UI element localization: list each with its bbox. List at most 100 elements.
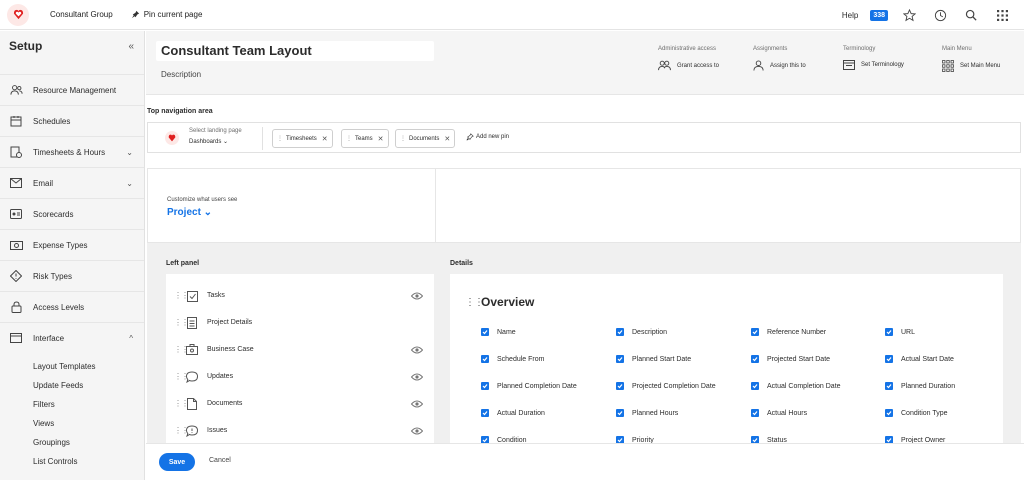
star-icon[interactable] bbox=[902, 8, 916, 22]
sidebar-item-label: Risk Types bbox=[33, 271, 72, 281]
list-item[interactable]: ⋮⋮ Project Details bbox=[166, 309, 434, 336]
assign-this-to-button[interactable]: Assign this to bbox=[753, 60, 806, 71]
checkbox-checked-icon[interactable] bbox=[751, 355, 759, 363]
sidebar-item-expense-types[interactable]: Expense Types bbox=[0, 229, 144, 260]
overview-section-title[interactable]: Overview bbox=[481, 295, 534, 309]
calendar-icon bbox=[9, 114, 23, 128]
sidebar-item-access-levels[interactable]: Access Levels bbox=[0, 291, 144, 322]
checkbox-checked-icon[interactable] bbox=[616, 409, 624, 417]
overview-field[interactable]: Condition Type bbox=[885, 409, 948, 417]
eye-icon[interactable] bbox=[411, 346, 423, 354]
overview-field[interactable]: Planned Duration bbox=[885, 382, 955, 390]
brand-logo-icon[interactable] bbox=[7, 3, 29, 26]
checkbox-checked-icon[interactable] bbox=[885, 328, 893, 336]
drag-handle-icon[interactable]: ⋮ bbox=[400, 135, 406, 142]
checkbox-checked-icon[interactable] bbox=[885, 382, 893, 390]
overview-field[interactable]: Description bbox=[616, 328, 667, 336]
overview-field[interactable]: Planned Start Date bbox=[616, 355, 691, 363]
sidebar-subitem-layout-templates[interactable]: Layout Templates bbox=[33, 362, 96, 371]
drag-handle-icon[interactable]: ⋮ bbox=[346, 135, 352, 142]
updates-icon bbox=[186, 370, 198, 383]
overview-field[interactable]: URL bbox=[885, 328, 915, 336]
eye-icon[interactable] bbox=[411, 427, 423, 435]
checkbox-checked-icon[interactable] bbox=[481, 382, 489, 390]
list-item[interactable]: ⋮⋮ Business Case bbox=[166, 336, 434, 363]
landing-page-select[interactable]: Dashboards ⌄ bbox=[189, 138, 228, 145]
nav-pin-teams[interactable]: ⋮ Teams ✕ bbox=[341, 129, 389, 148]
overview-field[interactable]: Projected Completion Date bbox=[616, 382, 716, 390]
overview-field[interactable]: Planned Completion Date bbox=[481, 382, 577, 390]
list-item[interactable]: ⋮⋮ Updates bbox=[166, 363, 434, 390]
checkbox-checked-icon[interactable] bbox=[616, 328, 624, 336]
notification-badge[interactable]: 338 bbox=[870, 9, 888, 21]
search-icon[interactable] bbox=[964, 8, 978, 22]
sidebar-subitem-list-controls[interactable]: List Controls bbox=[33, 457, 77, 466]
checkbox-checked-icon[interactable] bbox=[616, 382, 624, 390]
overview-field[interactable]: Projected Start Date bbox=[751, 355, 830, 363]
checkbox-checked-icon[interactable] bbox=[885, 409, 893, 417]
field-label: Description bbox=[632, 328, 668, 336]
overview-field[interactable]: Reference Number bbox=[751, 328, 826, 336]
overview-field[interactable]: Planned Hours bbox=[616, 409, 678, 417]
field-label: URL bbox=[901, 328, 916, 336]
checkbox-checked-icon[interactable] bbox=[751, 328, 759, 336]
eye-icon[interactable] bbox=[411, 373, 423, 381]
checkbox-checked-icon[interactable] bbox=[616, 355, 624, 363]
collapse-sidebar-icon[interactable]: « bbox=[128, 41, 134, 52]
save-button[interactable]: Save bbox=[159, 453, 195, 471]
overview-field[interactable]: Actual Duration bbox=[481, 409, 545, 417]
customize-caption: Customize what users see bbox=[167, 197, 238, 203]
grant-access-button[interactable]: Grant access to bbox=[658, 60, 719, 71]
sidebar-item-scorecards[interactable]: Scorecards bbox=[0, 198, 144, 229]
sidebar-item-schedules[interactable]: Schedules bbox=[0, 105, 144, 136]
sidebar-item-email[interactable]: Email ⌄ bbox=[0, 167, 144, 198]
cancel-button[interactable]: Cancel bbox=[209, 457, 231, 464]
drag-handle-icon[interactable]: ⋮ bbox=[277, 135, 283, 142]
overview-field[interactable]: Actual Completion Date bbox=[751, 382, 841, 390]
checkbox-checked-icon[interactable] bbox=[481, 328, 489, 336]
checkbox-checked-icon[interactable] bbox=[885, 355, 893, 363]
sidebar-subitem-views[interactable]: Views bbox=[33, 419, 54, 428]
checkbox-checked-icon[interactable] bbox=[481, 409, 489, 417]
page-title[interactable]: Consultant Team Layout bbox=[161, 43, 312, 58]
add-new-pin-button[interactable]: Add new pin bbox=[466, 133, 509, 141]
overview-field[interactable]: Actual Start Date bbox=[885, 355, 954, 363]
overview-field[interactable]: Actual Hours bbox=[751, 409, 807, 417]
list-item[interactable]: ⋮⋮ Documents bbox=[166, 390, 434, 417]
field-label: Schedule From bbox=[497, 355, 545, 363]
pin-current-page-button[interactable]: Pin current page bbox=[131, 10, 202, 19]
sidebar-subitem-filters[interactable]: Filters bbox=[33, 400, 55, 409]
close-icon[interactable]: ✕ bbox=[378, 135, 384, 143]
sidebar-item-label: Timesheets & Hours bbox=[33, 147, 106, 157]
overview-field[interactable]: Schedule From bbox=[481, 355, 544, 363]
set-terminology-button[interactable]: Set Terminology bbox=[843, 60, 904, 70]
sidebar-subitem-groupings[interactable]: Groupings bbox=[33, 438, 70, 447]
description-field[interactable]: Description bbox=[161, 70, 201, 79]
list-item[interactable]: ⋮⋮ Tasks bbox=[166, 282, 434, 309]
sidebar-item-resource-management[interactable]: Resource Management bbox=[0, 74, 144, 105]
checkbox-checked-icon[interactable] bbox=[751, 409, 759, 417]
nav-pin-documents[interactable]: ⋮ Documents ✕ bbox=[395, 129, 456, 148]
list-item[interactable]: ⋮⋮ Issues bbox=[166, 417, 434, 444]
nav-pin-timesheets[interactable]: ⋮ Timesheets ✕ bbox=[272, 129, 333, 148]
eye-icon[interactable] bbox=[411, 400, 423, 408]
history-icon[interactable] bbox=[933, 8, 947, 22]
chevron-down-icon: ⌄ bbox=[126, 178, 133, 188]
layout-editor-area: Left panel Details ⋮⋮ Tasks ⋮⋮ Project D… bbox=[147, 243, 1021, 444]
sidebar-item-timesheets-hours[interactable]: Timesheets & Hours ⌄ bbox=[0, 136, 144, 167]
set-main-menu-button[interactable]: Set Main Menu bbox=[942, 60, 1000, 72]
close-icon[interactable]: ✕ bbox=[322, 135, 328, 143]
sidebar-subitem-update-feeds[interactable]: Update Feeds bbox=[33, 381, 83, 390]
org-name[interactable]: Consultant Group bbox=[50, 10, 113, 19]
checkbox-checked-icon[interactable] bbox=[481, 355, 489, 363]
eye-icon[interactable] bbox=[411, 292, 423, 300]
field-label: Reference Number bbox=[767, 328, 827, 336]
sidebar-item-interface[interactable]: Interface ^ bbox=[0, 322, 144, 353]
apps-grid-icon[interactable] bbox=[995, 8, 1009, 22]
overview-field[interactable]: Name bbox=[481, 328, 516, 336]
close-icon[interactable]: ✕ bbox=[444, 135, 450, 143]
help-link[interactable]: Help bbox=[842, 11, 858, 20]
checkbox-checked-icon[interactable] bbox=[751, 382, 759, 390]
sidebar-item-risk-types[interactable]: Risk Types bbox=[0, 260, 144, 291]
object-type-select[interactable]: Project ⌄ bbox=[167, 207, 212, 218]
